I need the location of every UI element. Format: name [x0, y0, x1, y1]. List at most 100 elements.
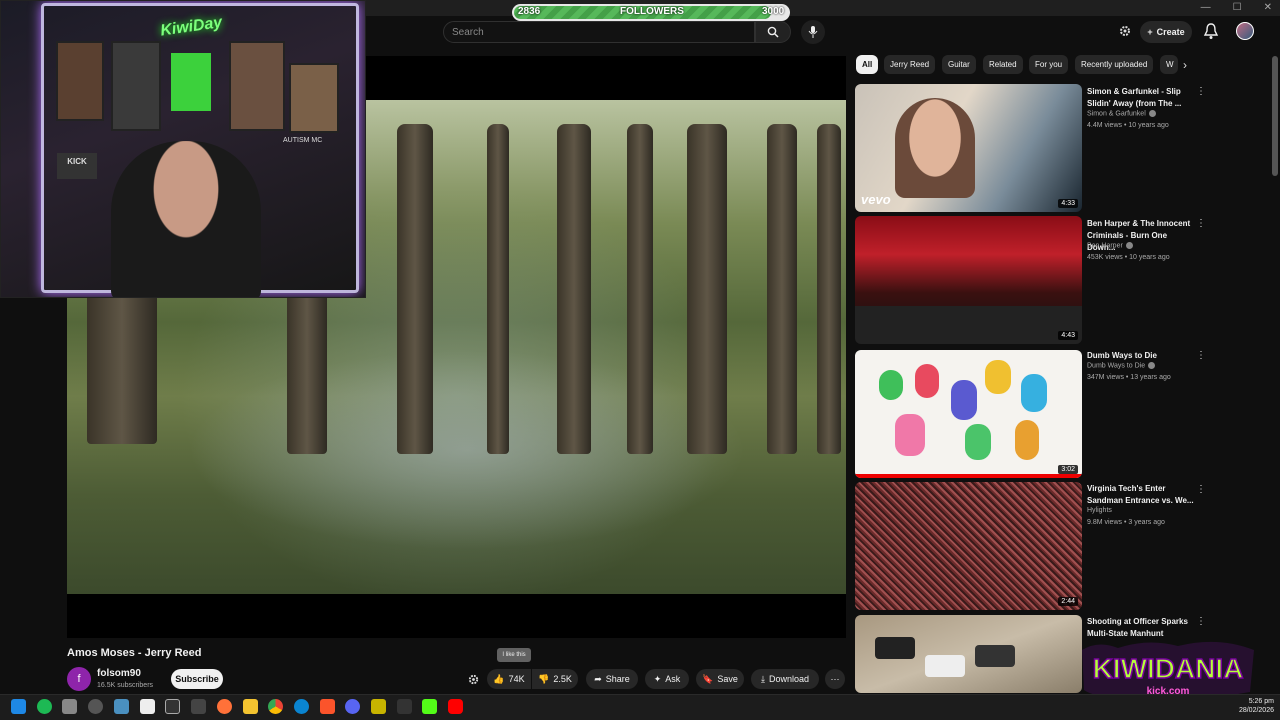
- voice-search-button[interactable]: [801, 20, 825, 44]
- chrome-icon[interactable]: [268, 699, 283, 714]
- rec-channel[interactable]: Ben Harper: [1087, 242, 1133, 249]
- download-icon: ⤓: [760, 673, 765, 684]
- rec-title[interactable]: Shooting at Officer Sparks Multi-State M…: [1087, 616, 1195, 640]
- kebab-menu-icon[interactable]: ⋮: [1196, 218, 1206, 229]
- duration-badge: 4:43: [1058, 331, 1078, 340]
- search-button[interactable]: [755, 21, 791, 43]
- share-label: Share: [605, 674, 630, 684]
- bookmark-icon: 🔖: [702, 673, 714, 684]
- more-actions-button[interactable]: ⋯: [825, 669, 845, 689]
- dislike-button[interactable]: 👎 2.5K: [532, 669, 578, 689]
- create-button[interactable]: + Create: [1140, 21, 1192, 43]
- subscriber-count: 16.5K subscribers: [97, 682, 154, 689]
- gear-icon[interactable]: [467, 673, 480, 686]
- chevron-right-icon[interactable]: ›: [1183, 58, 1197, 72]
- rec-title[interactable]: Virginia Tech's Enter Sandman Entrance v…: [1087, 483, 1195, 507]
- rec-thumbnail[interactable]: 2:44: [855, 482, 1082, 610]
- chip-for-you[interactable]: For you: [1029, 55, 1069, 74]
- rec-meta: 4.4M views • 10 years ago: [1087, 122, 1169, 129]
- rec-meta: 347M views • 13 years ago: [1087, 374, 1171, 381]
- like-tooltip: I like this: [497, 648, 531, 662]
- kebab-menu-icon[interactable]: ⋮: [1196, 350, 1206, 361]
- shield-icon[interactable]: [62, 699, 77, 714]
- kebab-menu-icon[interactable]: ⋮: [1196, 616, 1206, 627]
- page-scrollbar[interactable]: [1272, 56, 1278, 176]
- swamp-water: [187, 350, 747, 550]
- verified-icon: [1125, 242, 1133, 249]
- kiwidania-logo: KIWIDANIA kick.com: [1082, 641, 1254, 699]
- poster-label: AUTISM MC: [283, 137, 323, 144]
- thumbs-down-icon: 👎: [538, 673, 550, 684]
- like-button[interactable]: 👍 74K: [487, 669, 531, 689]
- rec-title[interactable]: Dumb Ways to Die: [1087, 350, 1195, 362]
- bell-icon[interactable]: [1203, 22, 1219, 40]
- like-count: 74K: [508, 674, 525, 684]
- folder-icon[interactable]: [243, 699, 258, 714]
- rec-channel[interactable]: Dumb Ways to Die: [1087, 362, 1156, 369]
- rec-thumbnail[interactable]: [855, 615, 1082, 693]
- video-title: Amos Moses - Jerry Reed: [67, 647, 202, 659]
- followers-current: 2836: [518, 6, 541, 17]
- spotify-icon[interactable]: [37, 699, 52, 714]
- more-icon: ⋯: [830, 673, 840, 684]
- share-icon: ➦: [594, 673, 602, 684]
- user-avatar[interactable]: [1236, 22, 1254, 40]
- microphone-icon: [808, 26, 818, 38]
- app-icon[interactable]: [191, 699, 206, 714]
- youtube-icon[interactable]: [448, 699, 463, 714]
- plus-icon: +: [1147, 27, 1153, 37]
- chip-related[interactable]: Related: [983, 55, 1023, 74]
- edge-icon[interactable]: [294, 699, 309, 714]
- kick-icon[interactable]: [422, 699, 437, 714]
- kebab-menu-icon[interactable]: ⋮: [1196, 484, 1206, 495]
- app-icon[interactable]: [165, 699, 180, 714]
- kebab-menu-icon[interactable]: ⋮: [1196, 86, 1206, 97]
- firefox-icon[interactable]: [217, 699, 232, 714]
- maximize-icon[interactable]: ☐: [1233, 2, 1242, 13]
- chip-recently-uploaded[interactable]: Recently uploaded: [1075, 55, 1154, 74]
- share-button[interactable]: ➦ Share: [586, 669, 638, 689]
- app-icon[interactable]: [371, 699, 386, 714]
- channel-name[interactable]: folsom90: [97, 668, 141, 679]
- chip-more[interactable]: W: [1160, 55, 1178, 74]
- ask-button[interactable]: ✦ Ask: [645, 669, 689, 689]
- settings-icon[interactable]: [88, 699, 103, 714]
- subscribe-button[interactable]: Subscribe: [171, 669, 223, 689]
- discord-icon[interactable]: [345, 699, 360, 714]
- webcam-overlay: KiwiDay KICK AUTISM MC: [0, 0, 366, 298]
- chip-jerry-reed[interactable]: Jerry Reed: [884, 55, 936, 74]
- rec-thumbnail[interactable]: 3:02: [855, 350, 1082, 478]
- save-button[interactable]: 🔖 Save: [696, 669, 744, 689]
- followers-goal: 3000: [762, 6, 785, 17]
- terminal-icon[interactable]: [397, 699, 412, 714]
- gear-icon[interactable]: [1118, 24, 1132, 38]
- clock-time: 5:26 pm: [1248, 698, 1274, 705]
- brave-icon[interactable]: [320, 699, 335, 714]
- system-clock[interactable]: 5:26 pm 28/02/2026: [1214, 697, 1274, 715]
- rec-title[interactable]: Simon & Garfunkel - Slip Slidin' Away (f…: [1087, 86, 1195, 110]
- dislike-count: 2.5K: [553, 674, 572, 684]
- document-icon[interactable]: [140, 699, 155, 714]
- rec-meta: 453K views • 10 years ago: [1087, 254, 1170, 261]
- minimize-icon[interactable]: —: [1201, 2, 1211, 13]
- search-input[interactable]: Search: [443, 21, 755, 43]
- clock-date: 28/02/2026: [1238, 707, 1274, 714]
- rec-channel[interactable]: Simon & Garfunkel: [1087, 110, 1156, 117]
- verified-icon: [1148, 110, 1156, 117]
- search-icon: [767, 26, 779, 38]
- logo-text: KIWIDANIA: [1093, 653, 1244, 684]
- download-label: Download: [768, 674, 809, 684]
- chip-guitar[interactable]: Guitar: [942, 55, 976, 74]
- rec-channel[interactable]: Hylights: [1087, 507, 1112, 514]
- rec-thumbnail[interactable]: vevo 4:33: [855, 84, 1082, 212]
- create-label: Create: [1156, 27, 1185, 37]
- download-button[interactable]: ⤓ Download: [751, 669, 819, 689]
- channel-avatar[interactable]: f: [67, 667, 91, 691]
- chip-all[interactable]: All: [856, 55, 879, 74]
- windows-start-icon[interactable]: [11, 699, 26, 714]
- window-icon[interactable]: [114, 699, 129, 714]
- vevo-watermark: vevo: [861, 192, 891, 207]
- rec-thumbnail[interactable]: 4:43: [855, 216, 1082, 344]
- save-label: Save: [717, 674, 738, 684]
- close-icon[interactable]: ✕: [1264, 2, 1272, 13]
